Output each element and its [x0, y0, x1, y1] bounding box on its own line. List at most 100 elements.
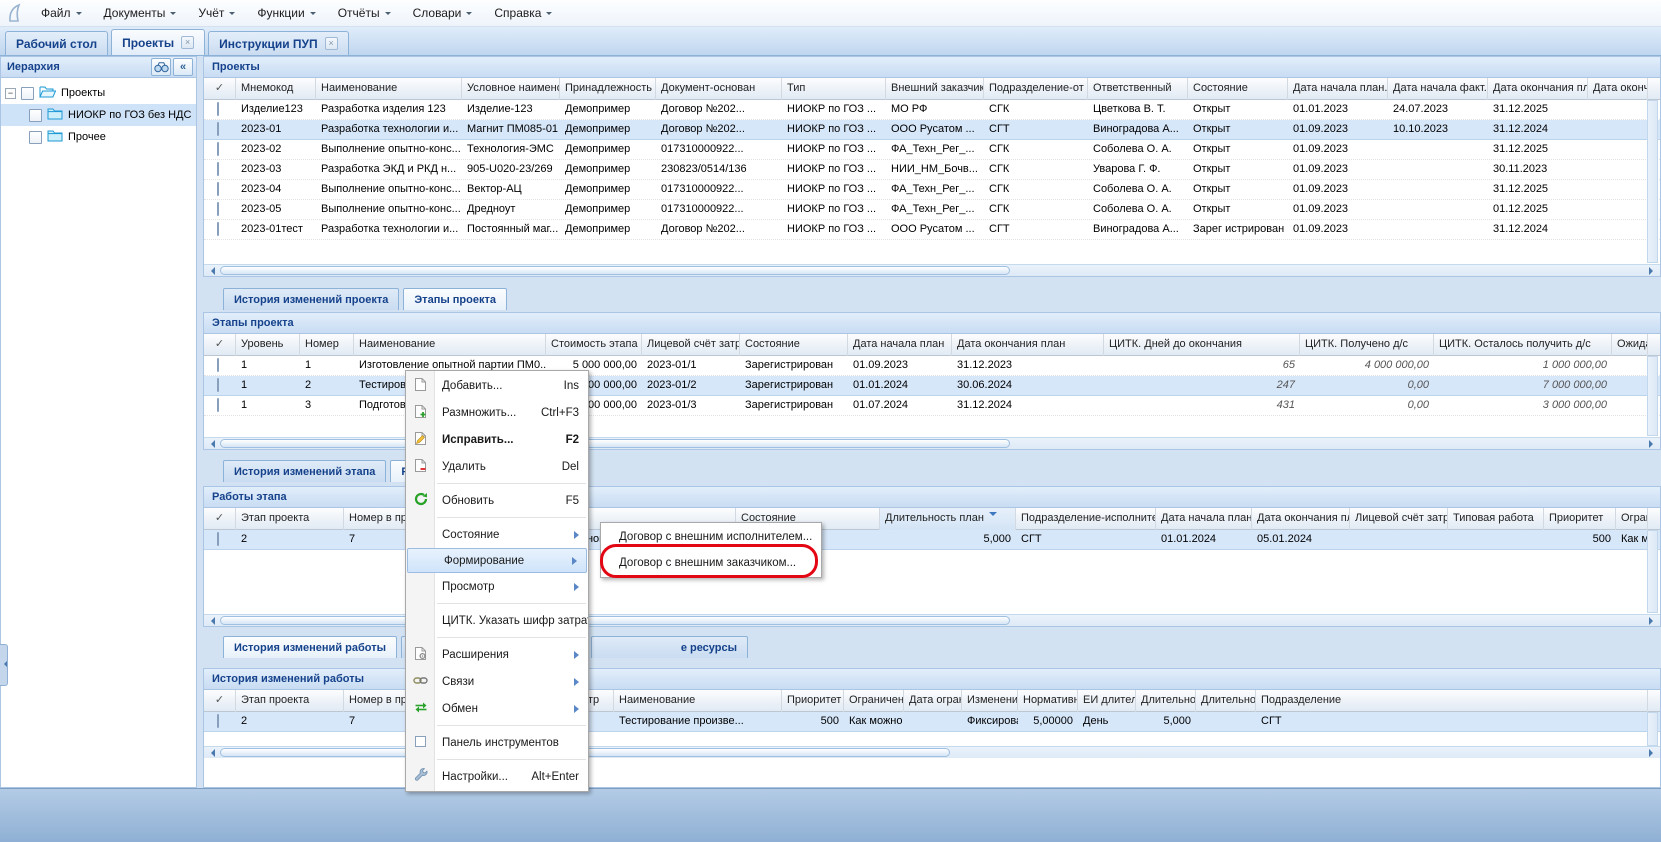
column-header[interactable]: Лицевой счёт затр — [1350, 508, 1448, 530]
menubar-item-1[interactable]: Файл — [30, 0, 93, 26]
column-header[interactable]: ЦИТК. Осталось получить д/с — [1434, 334, 1612, 356]
table-row[interactable]: 2023-05Выполнение опытно-конс...Дредноут… — [204, 200, 1660, 220]
column-header[interactable]: Дата окончания план — [1252, 508, 1350, 530]
column-header[interactable]: Дата окончания пл — [1488, 78, 1588, 100]
tree-checkbox[interactable] — [21, 87, 34, 100]
column-header[interactable]: Дата ограничения — [904, 690, 962, 712]
context-menu-item-3[interactable]: Исправить...F2 — [406, 426, 588, 453]
column-header[interactable]: Этап проекта — [236, 508, 344, 530]
projects-horizontal-scrollbar[interactable] — [204, 264, 1660, 276]
column-header[interactable]: Принадлежность — [560, 78, 656, 100]
column-header[interactable]: Состояние — [1188, 78, 1288, 100]
column-header[interactable]: ЦИТК. Дней до окончания — [1104, 334, 1300, 356]
menubar-item-3[interactable]: Учёт — [187, 0, 246, 26]
column-header[interactable]: Приоритет — [782, 690, 844, 712]
column-header[interactable]: Тип — [782, 78, 886, 100]
scroll-left-icon[interactable] — [207, 440, 215, 448]
column-header[interactable]: ✓ — [204, 690, 236, 712]
row-checkbox[interactable] — [217, 102, 219, 116]
window-tab-2[interactable]: Проекты× — [111, 29, 205, 55]
menubar-item-2[interactable]: Документы — [93, 0, 188, 26]
find-icon[interactable] — [151, 58, 171, 76]
window-tab-3[interactable]: Инструкции ПУП× — [208, 31, 348, 55]
window-tab-1[interactable]: Рабочий стол — [5, 31, 108, 55]
column-header[interactable]: Условное наименова — [462, 78, 560, 100]
projects-vertical-scrollbar[interactable] — [1647, 100, 1658, 263]
column-header[interactable]: Этап проекта — [236, 690, 344, 712]
column-header[interactable]: Огран — [1616, 508, 1648, 530]
section-tab-1[interactable]: История изменений работы — [223, 636, 397, 658]
tab-close-icon[interactable]: × — [325, 37, 338, 50]
column-header[interactable]: Типовая работа — [1448, 508, 1544, 530]
tree-checkbox[interactable] — [29, 109, 42, 122]
column-header[interactable]: Нормативная длит — [1018, 690, 1078, 712]
scrollbar-thumb[interactable] — [220, 616, 1010, 625]
section-tab-1[interactable]: История изменений проекта — [223, 288, 399, 310]
column-header[interactable]: Мнемокод — [236, 78, 316, 100]
context-menu-item-18[interactable]: Панель инструментов — [406, 729, 588, 756]
context-menu-item-16[interactable]: Обмен — [406, 695, 588, 722]
row-checkbox[interactable] — [217, 222, 219, 236]
column-header[interactable]: ✓ — [204, 78, 236, 100]
column-header[interactable]: Внешний заказчик — [886, 78, 984, 100]
tree-item[interactable]: −Проекты — [1, 82, 196, 104]
column-header[interactable]: Ответственный — [1088, 78, 1188, 100]
tree-item[interactable]: Прочее — [1, 126, 196, 148]
context-menu-item-8[interactable]: Состояние — [406, 521, 588, 548]
section-tab-3[interactable]: е ресурсы — [591, 636, 748, 658]
works-vertical-scrollbar[interactable] — [1647, 530, 1658, 613]
context-menu-item-2[interactable]: Размножить...Ctrl+F3 — [406, 399, 588, 426]
table-row[interactable]: 2023-01Разработка технологии и...Магнит … — [204, 120, 1660, 140]
scroll-right-icon[interactable] — [1649, 267, 1657, 275]
column-header[interactable]: ЕИ длительности — [1078, 690, 1136, 712]
collapse-panel-icon[interactable]: « — [173, 58, 193, 76]
tab-close-icon[interactable]: × — [181, 36, 194, 49]
table-row[interactable]: 2023-03Разработка ЭКД и РКД н...905-U020… — [204, 160, 1660, 180]
column-header[interactable]: Уровень — [236, 334, 300, 356]
context-menu-item-4[interactable]: УдалитьDel — [406, 453, 588, 480]
menubar-item-5[interactable]: Отчёты — [327, 0, 402, 26]
tree-expander-icon[interactable]: − — [5, 88, 16, 99]
scroll-left-icon[interactable] — [207, 617, 215, 625]
column-header[interactable]: Дата оконча — [1588, 78, 1648, 100]
scrollbar-thumb[interactable] — [220, 266, 1010, 275]
table-row[interactable]: Изделие123Разработка изделия 123Изделие-… — [204, 100, 1660, 120]
column-header[interactable]: Состояние — [740, 334, 848, 356]
column-header[interactable]: Подразделение-исполнитель.. — [1016, 508, 1156, 530]
edge-collapse-icon[interactable] — [0, 644, 8, 686]
column-header[interactable]: Наименование — [614, 690, 782, 712]
column-header[interactable]: Наименование — [316, 78, 462, 100]
column-header[interactable]: Подразделение-от — [984, 78, 1088, 100]
column-header[interactable]: Номер — [300, 334, 354, 356]
column-header[interactable]: Стоимость этапа — [546, 334, 642, 356]
context-menu-item-1[interactable]: Добавить...Ins — [406, 372, 588, 399]
context-menu-item-10[interactable]: Просмотр — [406, 573, 588, 600]
scroll-right-icon[interactable] — [1649, 617, 1657, 625]
row-checkbox[interactable] — [217, 532, 219, 546]
context-menu-item-9[interactable]: Формирование — [407, 548, 587, 573]
context-menu-item-12[interactable]: ЦИТК. Указать шифр затрат... — [406, 607, 588, 634]
row-checkbox[interactable] — [217, 398, 219, 412]
column-header[interactable]: Лицевой счёт затрат. — [642, 334, 740, 356]
row-checkbox[interactable] — [217, 202, 219, 216]
table-row[interactable]: 2023-02Выполнение опытно-конс...Технолог… — [204, 140, 1660, 160]
column-header[interactable]: Документ-основан — [656, 78, 782, 100]
column-header[interactable]: Дата окончания план — [952, 334, 1104, 356]
column-header[interactable]: ЦИТК. Получено д/с — [1300, 334, 1434, 356]
table-row[interactable]: 2023-04Выполнение опытно-конс...Вектор-А… — [204, 180, 1660, 200]
column-header[interactable]: Дата начала план. — [1288, 78, 1388, 100]
tree-checkbox[interactable] — [29, 131, 42, 144]
column-header[interactable]: Длительность фак — [1196, 690, 1256, 712]
menubar-item-7[interactable]: Справка — [483, 0, 563, 26]
section-tab-1[interactable]: История изменений этапа — [223, 460, 386, 482]
column-header[interactable]: ✓ — [204, 508, 236, 530]
section-tab-2[interactable]: Этапы проекта — [403, 288, 507, 310]
history-vertical-scrollbar[interactable] — [1647, 712, 1658, 746]
tree-item[interactable]: НИОКР по ГОЗ без НДС — [1, 104, 196, 126]
scroll-right-icon[interactable] — [1649, 749, 1657, 757]
column-header[interactable]: Наименование — [354, 334, 546, 356]
column-header[interactable]: Дата начала факт. — [1388, 78, 1488, 100]
column-header[interactable]: ✓ — [204, 334, 236, 356]
column-header[interactable]: Изменение длител — [962, 690, 1018, 712]
column-header[interactable]: Длительность пла — [1136, 690, 1196, 712]
